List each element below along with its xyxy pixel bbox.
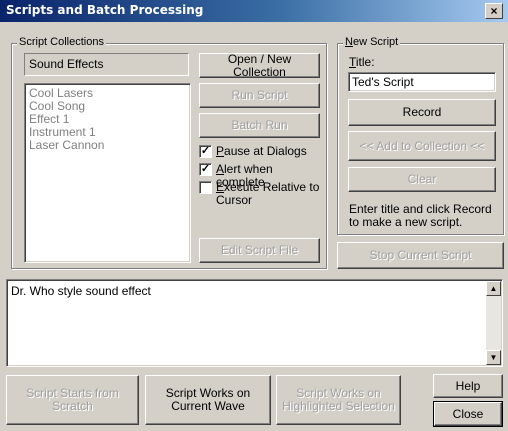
close-button[interactable]: Close	[433, 401, 503, 427]
clear-button[interactable]: Clear	[348, 167, 496, 192]
run-script-button[interactable]: Run Script	[199, 83, 320, 108]
script-works-on-current-wave-button[interactable]: Script Works on Current Wave	[145, 375, 271, 425]
pause-at-dialogs-check: ✓	[199, 145, 212, 158]
window-title: Scripts and Batch Processing	[6, 3, 204, 17]
batch-run-button[interactable]: Batch Run	[199, 113, 320, 138]
alert-when-complete-check: ✓	[199, 163, 212, 176]
script-starts-from-scratch-button[interactable]: Script Starts from Scratch	[6, 375, 139, 425]
title-field-label: Title:	[349, 55, 375, 69]
description-textarea[interactable]: Dr. Who style sound effect ▲ ▼	[6, 279, 503, 367]
help-button[interactable]: Help	[433, 374, 503, 398]
script-title-input[interactable]: Ted's Script	[348, 72, 496, 92]
execute-relative-label: Execute Relative to Cursor	[216, 180, 320, 207]
list-item[interactable]: Laser Cannon	[29, 139, 186, 152]
add-to-collection-button[interactable]: << Add to Collection <<	[348, 131, 496, 161]
execute-relative-check	[199, 181, 212, 194]
description-scrollbar[interactable]: ▲ ▼	[486, 281, 501, 365]
edit-script-file-button[interactable]: Edit Script File	[199, 238, 320, 263]
scripts-list[interactable]: Cool Lasers Cool Song Effect 1 Instrumen…	[24, 83, 191, 263]
stop-current-script-button[interactable]: Stop Current Script	[337, 242, 504, 269]
close-window-button[interactable]: ×	[485, 3, 503, 19]
new-script-hint: Enter title and click Record to make a n…	[349, 202, 492, 229]
pause-at-dialogs-checkbox[interactable]: ✓ Pause at Dialogs	[199, 145, 324, 160]
execute-relative-checkbox[interactable]: Execute Relative to Cursor	[199, 181, 324, 209]
alert-when-complete-checkbox[interactable]: ✓ Alert when complete	[199, 163, 324, 189]
scroll-down-arrow-icon[interactable]: ▼	[486, 350, 501, 365]
new-script-legend: New Script	[343, 36, 401, 48]
description-text: Dr. Who style sound effect	[11, 284, 151, 298]
open-new-collection-button[interactable]: Open / New Collection	[199, 52, 320, 78]
current-collection-name: Sound Effects	[24, 53, 189, 76]
pause-at-dialogs-label: Pause at Dialogs	[216, 144, 307, 158]
scroll-up-arrow-icon[interactable]: ▲	[486, 281, 501, 296]
script-works-on-highlighted-selection-button[interactable]: Script Works on Highlighted Selection	[276, 375, 401, 425]
record-button[interactable]: Record	[348, 99, 496, 126]
script-collections-legend: Script Collections	[17, 36, 106, 48]
